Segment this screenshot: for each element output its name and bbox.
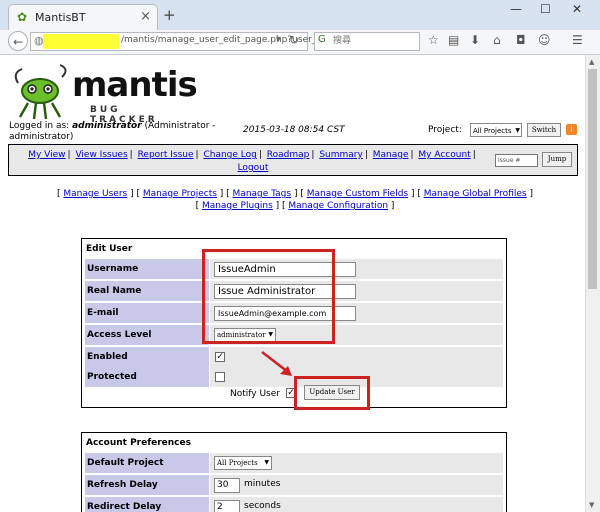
menu-icon[interactable]: ☰ — [572, 33, 583, 47]
mantis-logo-icon — [14, 64, 67, 120]
issue-number-input[interactable]: Issue # — [495, 154, 538, 167]
scrollbar-thumb[interactable] — [588, 69, 597, 289]
access-level-label: Access Level — [85, 325, 209, 345]
submenu-manage-tags[interactable]: Manage Tags — [233, 189, 292, 199]
highlight-box-fields — [202, 249, 335, 344]
highlight-box-update — [294, 376, 370, 410]
redirect-delay-label: Redirect Delay — [85, 497, 209, 512]
scroll-down-icon[interactable]: ▼ — [589, 501, 594, 509]
download-icon[interactable]: ⬇ — [470, 33, 480, 47]
refresh-delay-label: Refresh Delay — [85, 475, 209, 495]
email-label: E-mail — [85, 303, 209, 323]
reading-list-icon[interactable]: ▤ — [448, 33, 459, 47]
back-arrow-icon[interactable]: ← — [8, 31, 28, 51]
page-scrollbar[interactable]: ▲ ▼ — [585, 55, 600, 512]
default-project-row: Default Project All Projects ▼ — [85, 453, 503, 473]
current-datetime: 2015-03-18 08:54 CST — [243, 125, 345, 135]
redirect-delay-input[interactable]: 2 — [214, 500, 240, 512]
notify-user: Notify User ✓ — [230, 388, 296, 399]
logged-in-username: administrator — [72, 121, 142, 131]
project-label: Project: — [428, 125, 462, 135]
protected-checkbox[interactable] — [215, 372, 225, 382]
new-tab-button[interactable]: + — [163, 6, 176, 24]
redacted-host — [43, 34, 119, 49]
page-content: mantis BUG TRACKER Logged in as: adminis… — [0, 55, 586, 512]
url-text: /mantis/manage_user_edit_page.php?user_i… — [121, 35, 338, 45]
menu-manage[interactable]: Manage — [373, 150, 409, 160]
mantis-logo[interactable]: mantis BUG TRACKER — [10, 63, 198, 125]
notify-user-label: Notify User — [230, 389, 280, 399]
menu-my-view[interactable]: My View — [28, 150, 65, 160]
minimize-icon[interactable]: — — [510, 2, 522, 16]
menu-view-issues[interactable]: View Issues — [75, 150, 127, 160]
window-controls: — ☐ ✕ — [504, 2, 596, 20]
submenu-manage-custom-fields[interactable]: Manage Custom Fields — [307, 189, 408, 199]
redirect-delay-row: Redirect Delay 2 seconds — [85, 497, 503, 512]
submenu-manage-global-profiles[interactable]: Manage Global Profiles — [424, 189, 527, 199]
rss-icon[interactable]: ) — [566, 124, 577, 135]
account-preferences-form: Account Preferences Default Project All … — [81, 432, 507, 512]
scroll-up-icon[interactable]: ▲ — [589, 58, 594, 66]
account-preferences-title: Account Preferences — [86, 438, 191, 448]
tab-close-icon[interactable]: × — [140, 9, 151, 24]
switch-button[interactable]: Switch — [527, 123, 561, 137]
chevron-down-icon: ▼ — [264, 459, 269, 466]
mantis-favicon-icon: ✿ — [17, 10, 28, 24]
submenu-manage-configuration[interactable]: Manage Configuration — [288, 201, 388, 211]
menu-report-issue[interactable]: Report Issue — [138, 150, 194, 160]
browser-tab[interactable]: ✿ MantisBT × — [8, 4, 158, 30]
refresh-delay-row: Refresh Delay 30 minutes — [85, 475, 503, 495]
logged-in-label: Logged in as: — [9, 121, 70, 131]
submenu-manage-users[interactable]: Manage Users — [63, 189, 127, 199]
menu-my-account[interactable]: My Account — [418, 150, 470, 160]
browser-titlebar: ✿ MantisBT × + — ☐ ✕ — [0, 0, 600, 30]
realname-label: Real Name — [85, 281, 209, 301]
annotation-arrow-icon — [261, 351, 292, 376]
search-bar[interactable]: G — [314, 32, 420, 51]
username-label: Username — [85, 259, 209, 279]
bookmark-star-icon[interactable]: ☆ — [428, 33, 439, 47]
redirect-delay-unit: seconds — [244, 501, 281, 511]
default-project-label: Default Project — [85, 453, 209, 473]
menu-summary[interactable]: Summary — [319, 150, 363, 160]
refresh-delay-input[interactable]: 30 — [214, 478, 240, 493]
menu-logout[interactable]: Logout — [238, 163, 269, 173]
edit-user-title: Edit User — [86, 244, 133, 254]
search-input[interactable] — [333, 34, 413, 48]
address-bar[interactable]: ◍ /mantis/manage_user_edit_page.php?user… — [30, 32, 338, 51]
refresh-delay-unit: minutes — [244, 479, 281, 489]
enabled-label: Enabled — [85, 347, 209, 367]
protected-label: Protected — [85, 367, 209, 387]
reload-icon[interactable]: ↻ — [289, 33, 299, 47]
enabled-checkbox[interactable]: ✓ — [215, 352, 225, 362]
default-project-select[interactable]: All Projects ▼ — [214, 456, 272, 470]
browser-navbar: ← ◍ /mantis/manage_user_edit_page.php?us… — [0, 30, 600, 55]
manage-submenu: [ Manage Users ] [ Manage Projects ] [ M… — [57, 189, 533, 211]
menu-roadmap[interactable]: Roadmap — [267, 150, 310, 160]
login-info: Logged in as: administrator (Administrat… — [9, 121, 219, 143]
logo-wordmark: mantis — [72, 65, 198, 105]
menu-change-log[interactable]: Change Log — [203, 150, 256, 160]
chevron-down-icon: ▼ — [515, 127, 520, 134]
main-menu: My View | View Issues | Report Issue | Chan… — [8, 144, 578, 176]
home-icon[interactable]: ⌂ — [493, 33, 501, 47]
pocket-icon[interactable]: ◘ — [516, 33, 526, 47]
maximize-icon[interactable]: ☐ — [540, 2, 551, 16]
dropdown-icon[interactable]: ▾ — [276, 34, 281, 45]
jump-button[interactable]: Jump — [542, 152, 572, 167]
project-select[interactable]: All Projects ▼ — [470, 123, 522, 137]
chat-icon[interactable]: ☺ — [538, 33, 551, 47]
submenu-manage-projects[interactable]: Manage Projects — [143, 189, 217, 199]
window-close-icon[interactable]: ✕ — [572, 2, 582, 16]
submenu-manage-plugins[interactable]: Manage Plugins — [202, 201, 273, 211]
main-menu-items: My View | View Issues | Report Issue | Chan… — [28, 150, 476, 173]
search-engine-icon: G — [318, 34, 326, 45]
tab-title: MantisBT — [35, 11, 86, 24]
